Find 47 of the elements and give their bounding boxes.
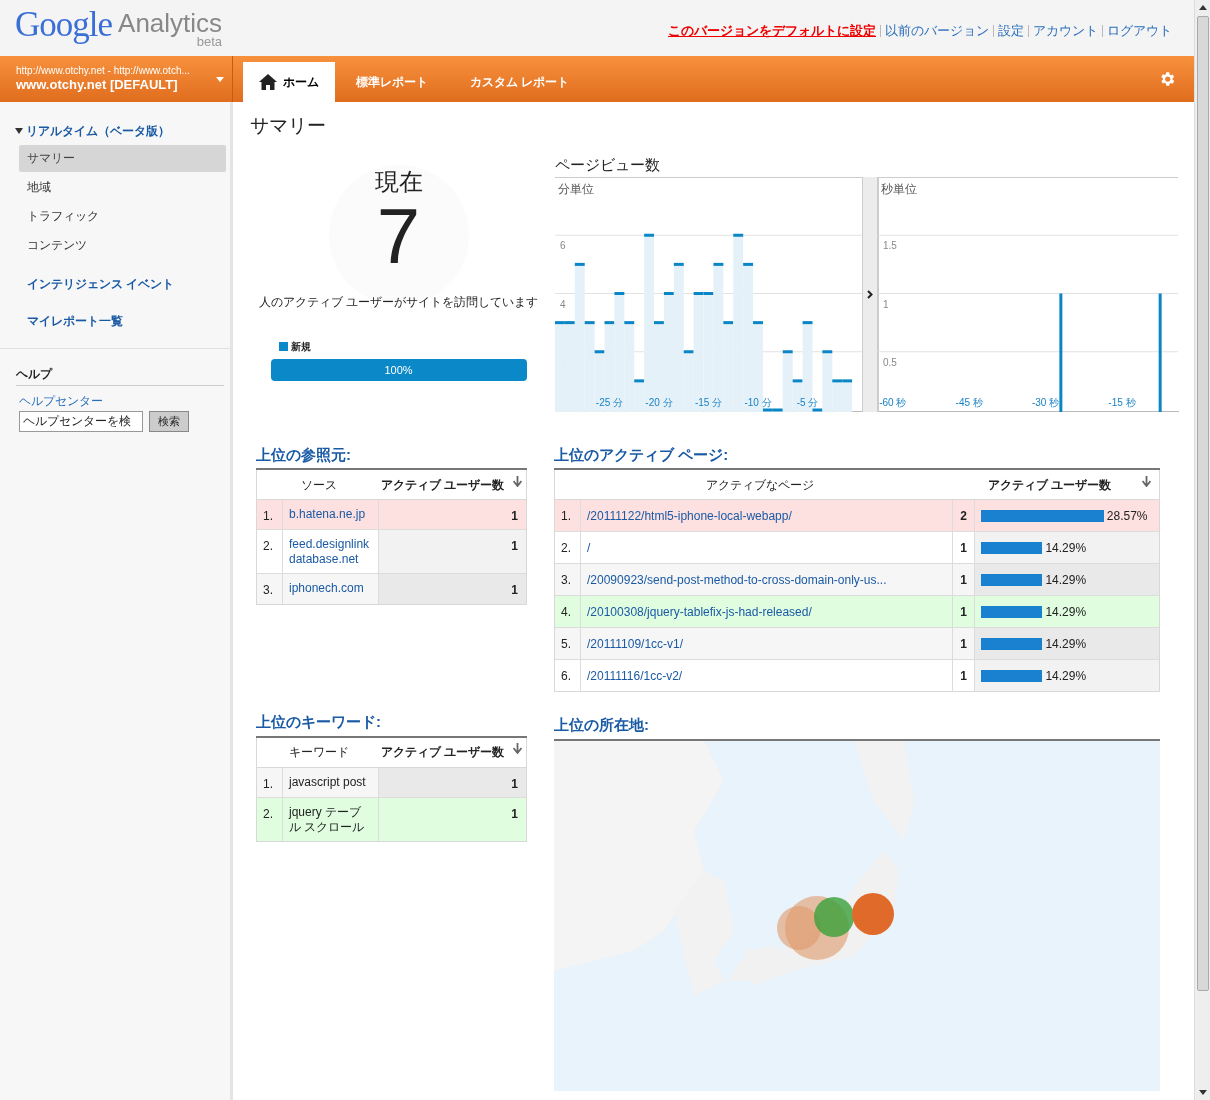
tick-label: -30 秒 <box>1031 396 1060 408</box>
tick-label: 0.5 <box>883 356 897 368</box>
chart-label: 分単位 <box>558 180 594 198</box>
section-title: 上位の参照元: <box>256 443 527 470</box>
chart-label: 秒単位 <box>881 180 917 198</box>
percent-label: 28.57% <box>1106 508 1148 523</box>
tick-label: -5 分 <box>796 396 819 408</box>
percent-label: 100% <box>383 362 414 378</box>
tick-label: -15 分 <box>694 396 723 408</box>
percent-label: 14.29% <box>1045 572 1087 587</box>
percent-label: 14.29% <box>1045 636 1087 651</box>
tick-label: -10 分 <box>744 396 772 408</box>
help-heading: ヘルプ <box>16 365 224 386</box>
rank-cell: 1. <box>257 767 283 797</box>
rank-cell: 1. <box>555 500 581 531</box>
tick-label: 4 <box>560 298 566 309</box>
rank-cell: 2. <box>257 797 283 841</box>
rank-cell: 6. <box>555 660 581 691</box>
rank-cell: 3. <box>555 564 581 595</box>
caption-text: 人のアクティブ ユーザーがサイトを訪問しています <box>258 293 539 311</box>
tick-label: -15 秒 <box>1108 396 1136 408</box>
percent-label: 14.29% <box>1045 604 1087 619</box>
tick-label: 1.5 <box>883 239 897 251</box>
active-user-count: 7 <box>376 196 421 275</box>
rank-cell: 3. <box>257 574 283 604</box>
count-cell: 1 <box>379 574 526 604</box>
rank-cell: 2. <box>257 530 283 573</box>
rank-cell: 4. <box>555 596 581 627</box>
now-label: 現在 <box>374 166 423 197</box>
page-title: サマリー <box>249 114 327 138</box>
section-title: 上位のアクティブ ページ: <box>554 443 1160 470</box>
count-cell: 1 <box>379 530 526 573</box>
section-title: 上位のキーワード: <box>256 711 527 738</box>
tick-label: -60 秒 <box>879 396 907 408</box>
rank-cell: 5. <box>555 628 581 659</box>
legend-label: 新規 <box>290 339 311 354</box>
tick-label: -45 秒 <box>955 396 983 408</box>
rank-cell: 1. <box>257 500 283 529</box>
tick-label: -25 分 <box>595 396 624 408</box>
tick-label: 1 <box>883 298 889 309</box>
tick-label: 6 <box>560 239 566 251</box>
tick-label: -20 分 <box>645 396 673 408</box>
percent-label: 14.29% <box>1045 668 1087 683</box>
percent-label: 14.29% <box>1045 540 1087 555</box>
rank-cell: 2. <box>555 532 581 563</box>
section-title: ページビュー数 <box>555 154 661 175</box>
count-cell: 1 <box>379 767 526 797</box>
